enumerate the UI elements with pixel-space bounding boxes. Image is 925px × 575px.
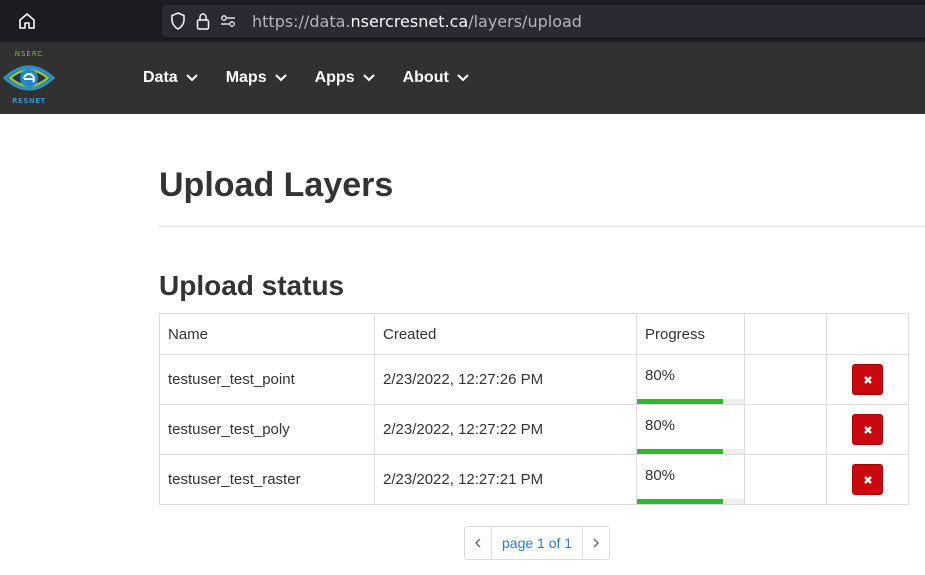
chevron-right-icon: [593, 538, 600, 548]
close-icon: [863, 375, 872, 384]
nav-data[interactable]: Data: [143, 69, 198, 87]
delete-button[interactable]: [852, 414, 883, 445]
prev-page-button[interactable]: [465, 527, 491, 559]
chevron-down-icon: [457, 74, 469, 82]
nav-data-label: Data: [143, 69, 178, 86]
progress-bar: [637, 399, 744, 404]
page-title: Upload Layers: [159, 166, 394, 204]
shield-icon[interactable]: [170, 12, 186, 35]
nav-maps-label: Maps: [225, 69, 267, 86]
close-icon: [863, 475, 872, 484]
nav-about-label: About: [402, 69, 449, 86]
upload-status-table: Name Created Progress testuser_test_poin…: [159, 313, 909, 505]
nav-apps[interactable]: Apps: [315, 69, 375, 87]
home-icon[interactable]: [16, 10, 38, 32]
lock-icon[interactable]: [196, 12, 210, 35]
row-progress: 80%: [636, 454, 745, 505]
nav-maps[interactable]: Maps: [226, 69, 287, 87]
table-row: testuser_test_raster 2/23/2022, 12:27:21…: [159, 454, 909, 505]
row-progress: 80%: [636, 404, 745, 455]
svg-text:RESNET: RESNET: [12, 97, 46, 105]
table-row: testuser_test_point 2/23/2022, 12:27:26 …: [159, 354, 909, 405]
chevron-down-icon: [362, 74, 375, 82]
row-progress: 80%: [636, 354, 745, 405]
pagination: page 1 of 1: [464, 526, 611, 560]
row-action: [826, 454, 909, 505]
delete-button[interactable]: [852, 464, 883, 495]
title-divider: [159, 226, 925, 227]
address-bar[interactable]: https://data.nsercresnet.ca/layers/uploa…: [162, 5, 925, 37]
site-navbar: NSERC RESNET Data Maps Apps About: [0, 42, 925, 114]
column-header-empty: [744, 313, 827, 355]
close-icon: [863, 425, 872, 434]
nserc-resnet-logo[interactable]: NSERC RESNET: [2, 46, 56, 106]
svg-text:NSERC: NSERC: [15, 50, 44, 58]
progress-bar: [637, 449, 744, 454]
row-created: 2/23/2022, 12:27:21 PM: [374, 454, 637, 505]
chevron-down-icon: [274, 74, 287, 82]
progress-bar-fill: [637, 499, 723, 504]
row-action: [826, 354, 909, 405]
row-empty-cell: [744, 454, 827, 505]
table-row: testuser_test_poly 2/23/2022, 12:27:22 P…: [159, 404, 909, 455]
progress-label: 80%: [645, 467, 676, 484]
section-title: Upload status: [159, 270, 345, 301]
progress-bar-fill: [637, 449, 723, 454]
column-header-created: Created: [374, 313, 637, 355]
row-empty-cell: [744, 404, 827, 455]
row-name: testuser_test_poly: [159, 404, 375, 455]
progress-bar: [637, 499, 744, 504]
row-created: 2/23/2022, 12:27:22 PM: [374, 404, 637, 455]
column-header-progress: Progress: [636, 313, 745, 355]
column-header-name: Name: [159, 313, 375, 355]
progress-label: 80%: [645, 367, 676, 384]
delete-button[interactable]: [852, 364, 883, 395]
chevron-down-icon: [185, 74, 198, 82]
chevron-left-icon: [475, 538, 481, 548]
row-action: [826, 404, 909, 455]
row-empty-cell: [744, 354, 827, 405]
table-header-row: Name Created Progress: [159, 313, 909, 355]
nav-about[interactable]: About: [403, 69, 469, 87]
page-indicator[interactable]: page 1 of 1: [491, 527, 584, 559]
progress-bar-fill: [637, 399, 723, 404]
next-page-button[interactable]: [583, 527, 609, 559]
progress-label: 80%: [645, 417, 676, 434]
url-text[interactable]: https://data.nsercresnet.ca/layers/uploa…: [252, 12, 582, 31]
browser-toolbar: https://data.nsercresnet.ca/layers/uploa…: [0, 0, 925, 42]
permissions-icon[interactable]: [220, 14, 236, 33]
nav-apps-label: Apps: [314, 69, 355, 86]
column-header-action: [826, 313, 909, 355]
row-name: testuser_test_raster: [159, 454, 375, 505]
row-name: testuser_test_point: [159, 354, 375, 405]
row-created: 2/23/2022, 12:27:26 PM: [374, 354, 637, 405]
